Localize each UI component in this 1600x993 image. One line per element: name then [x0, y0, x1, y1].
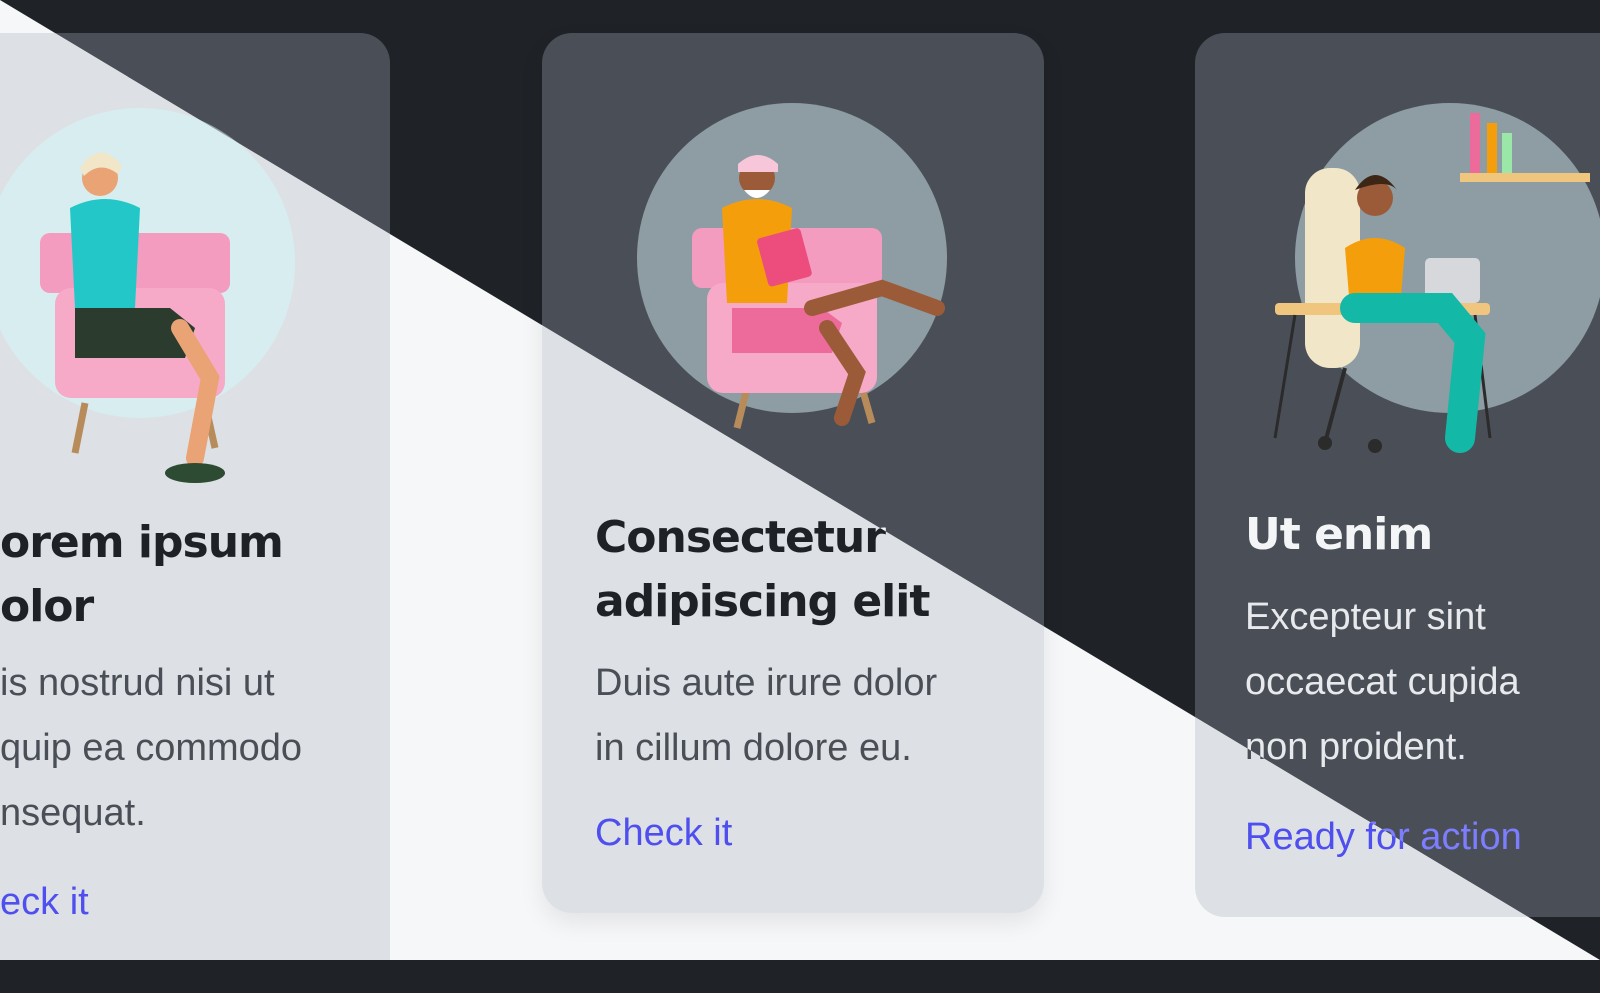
woman-laptop-illustration — [1273, 103, 1600, 453]
check-it-link[interactable]: eck it — [0, 880, 89, 924]
card-description: Excepteur sintoccaecat cupidanon proiden… — [1245, 596, 1520, 768]
card-description: is nostrud nisi utquip ea commodonsequat… — [0, 662, 303, 834]
card-description: Duis aute irure dolorin cillum dolore eu… — [595, 662, 938, 769]
card-title: Ut enim — [1245, 509, 1433, 560]
card-title: orem ipsumolor — [0, 517, 284, 632]
check-it-link[interactable]: Check it — [595, 811, 732, 855]
